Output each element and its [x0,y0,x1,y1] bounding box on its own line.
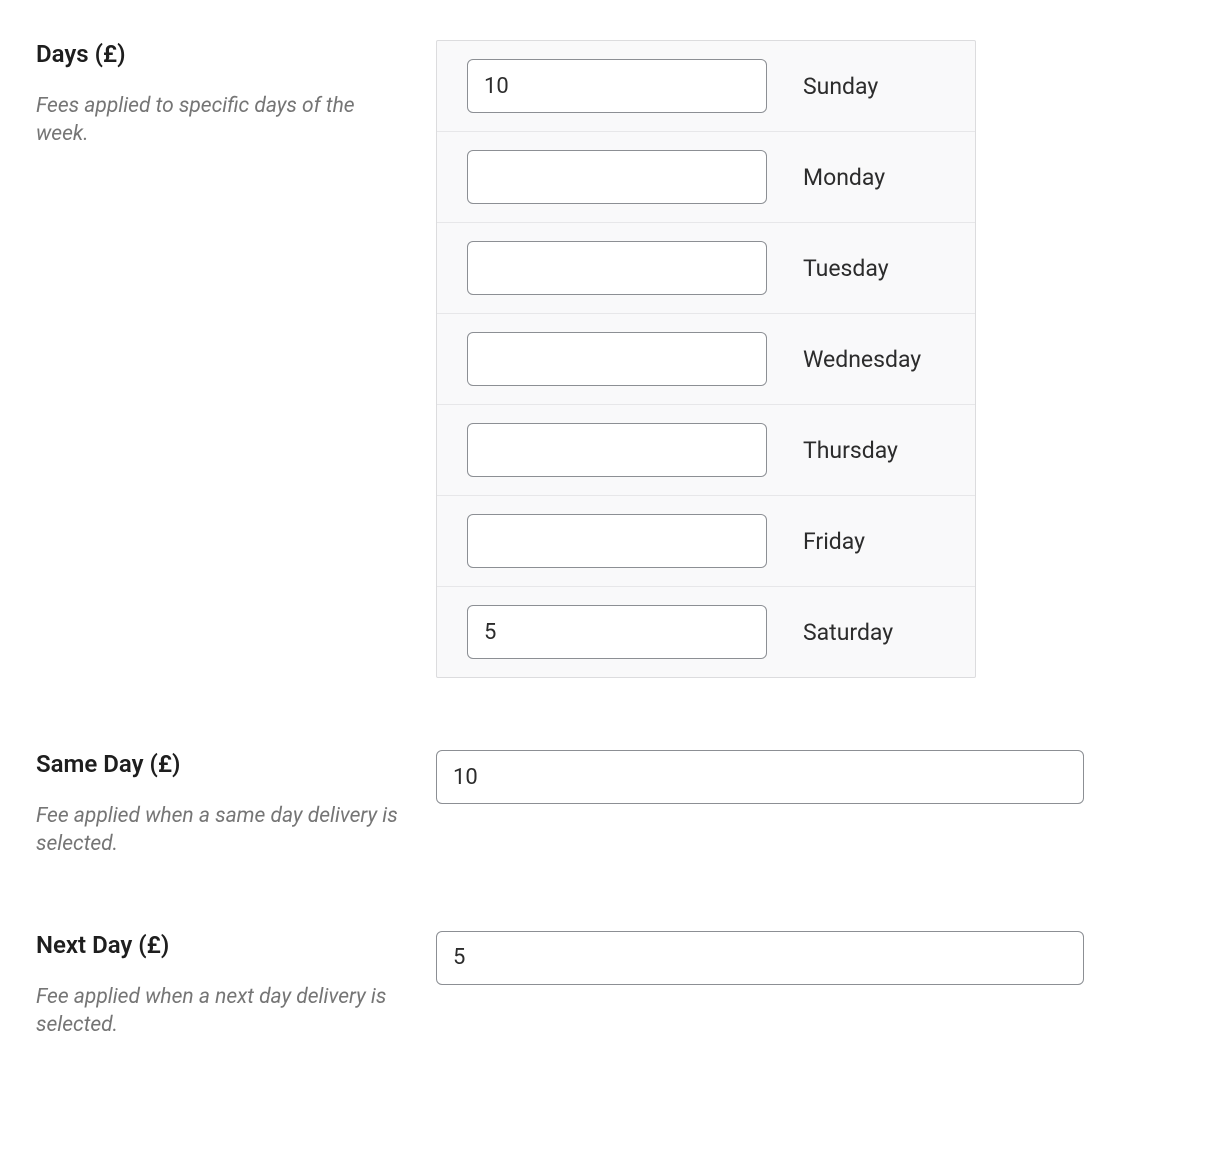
same-day-description: Fee applied when a same day delivery is … [36,802,412,859]
day-label-friday: Friday [803,528,865,555]
day-label-wednesday: Wednesday [803,346,921,373]
day-input-saturday[interactable] [467,605,767,659]
day-row-saturday: Saturday [437,587,975,677]
day-label-sunday: Sunday [803,73,878,100]
days-label-col: Days (£) Fees applied to specific days o… [36,40,436,678]
days-title: Days (£) [36,40,412,68]
days-table: Sunday Monday Tuesday Wednesday Thursday… [436,40,976,678]
days-description: Fees applied to specific days of the wee… [36,92,412,149]
day-row-monday: Monday [437,132,975,223]
next-day-input[interactable] [436,931,1084,985]
next-day-field-row: Next Day (£) Fee applied when a next day… [36,931,1182,1040]
day-row-tuesday: Tuesday [437,223,975,314]
day-row-thursday: Thursday [437,405,975,496]
day-label-saturday: Saturday [803,619,893,646]
day-input-thursday[interactable] [467,423,767,477]
day-label-thursday: Thursday [803,437,898,464]
same-day-control-col [436,750,1182,859]
same-day-input[interactable] [436,750,1084,804]
day-label-monday: Monday [803,164,885,191]
next-day-label-col: Next Day (£) Fee applied when a next day… [36,931,436,1040]
same-day-label-col: Same Day (£) Fee applied when a same day… [36,750,436,859]
day-input-sunday[interactable] [467,59,767,113]
day-label-tuesday: Tuesday [803,255,889,282]
day-input-friday[interactable] [467,514,767,568]
same-day-field-row: Same Day (£) Fee applied when a same day… [36,750,1182,859]
days-field-row: Days (£) Fees applied to specific days o… [36,40,1182,678]
next-day-description: Fee applied when a next day delivery is … [36,983,412,1040]
same-day-title: Same Day (£) [36,750,412,778]
day-row-friday: Friday [437,496,975,587]
day-input-tuesday[interactable] [467,241,767,295]
day-row-wednesday: Wednesday [437,314,975,405]
day-input-wednesday[interactable] [467,332,767,386]
days-control-col: Sunday Monday Tuesday Wednesday Thursday… [436,40,1182,678]
day-row-sunday: Sunday [437,41,975,132]
next-day-title: Next Day (£) [36,931,412,959]
day-input-monday[interactable] [467,150,767,204]
next-day-control-col [436,931,1182,1040]
